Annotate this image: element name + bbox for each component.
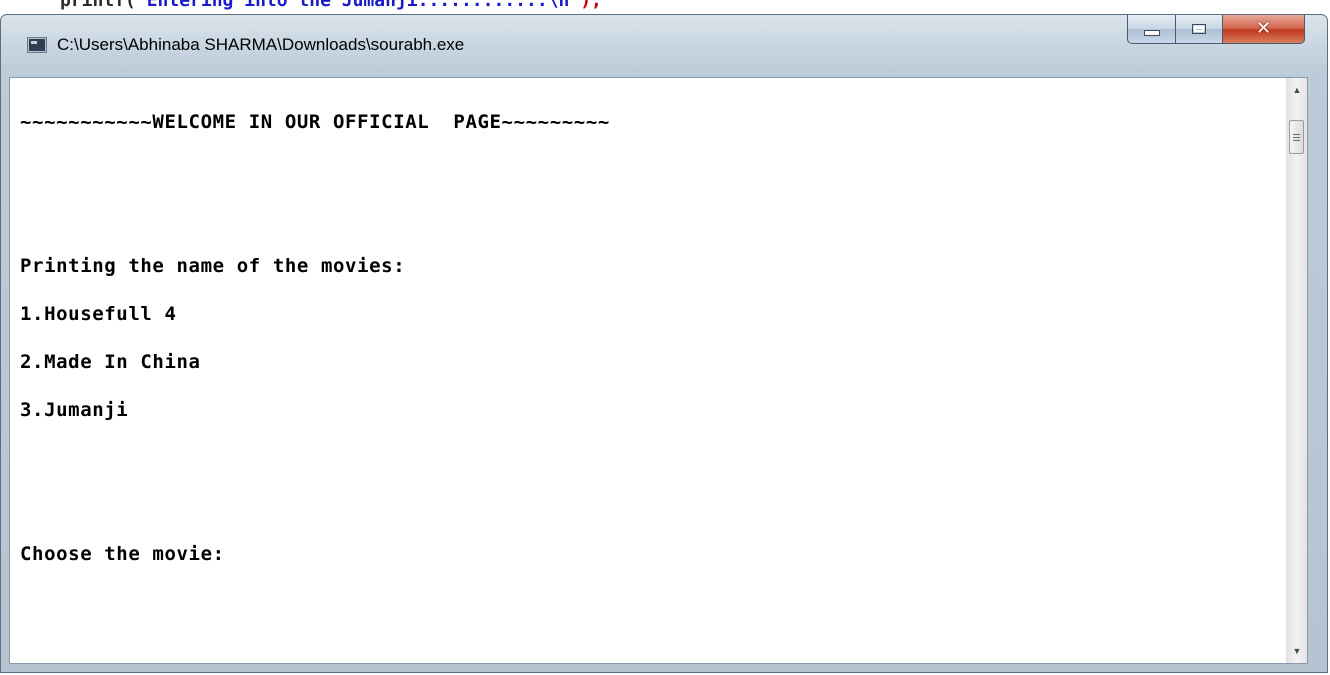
grip-icon [1293, 136, 1300, 138]
maximize-icon [1192, 24, 1206, 34]
background-editor: printf("Entering into the Jumanji.......… [0, 0, 1330, 14]
grip-icon [1293, 139, 1300, 141]
console-app-icon[interactable] [27, 37, 47, 53]
background-code-line: printf("Entering into the Jumanji.......… [60, 0, 602, 11]
console-output-area[interactable]: ~~~~~~~~~~~WELCOME IN OUR OFFICIAL PAGE~… [9, 77, 1308, 664]
maximize-button[interactable] [1176, 15, 1223, 44]
title-bar[interactable]: C:\Users\Abhinaba SHARMA\Downloads\soura… [1, 15, 1327, 63]
console-window: C:\Users\Abhinaba SHARMA\Downloads\soura… [0, 14, 1328, 673]
scroll-up-button[interactable]: ▲ [1287, 80, 1307, 100]
chevron-down-icon: ▼ [1292, 646, 1302, 656]
console-prompt-line: Choose the movie: [20, 543, 225, 565]
vertical-scrollbar[interactable]: ▲ ▼ [1286, 78, 1307, 663]
console-line: 1.Housefull 4 [20, 303, 177, 325]
scroll-down-button[interactable]: ▼ [1287, 641, 1307, 661]
console-line: 2.Made In China [20, 351, 201, 373]
caption-buttons: ✕ [1127, 15, 1305, 45]
scroll-thumb[interactable] [1289, 120, 1304, 154]
console-text: ~~~~~~~~~~~WELCOME IN OUR OFFICIAL PAGE~… [20, 82, 610, 594]
console-line: Printing the name of the movies: [20, 255, 406, 277]
close-icon: ✕ [1255, 18, 1272, 39]
close-button[interactable]: ✕ [1223, 15, 1305, 44]
grip-icon [1293, 133, 1300, 135]
chevron-up-icon: ▲ [1292, 85, 1302, 95]
console-line: ~~~~~~~~~~~WELCOME IN OUR OFFICIAL PAGE~… [20, 111, 610, 133]
minimize-button[interactable] [1127, 15, 1176, 44]
console-line: 3.Jumanji [20, 399, 129, 421]
minimize-icon [1143, 30, 1160, 36]
window-title: C:\Users\Abhinaba SHARMA\Downloads\soura… [57, 35, 465, 54]
